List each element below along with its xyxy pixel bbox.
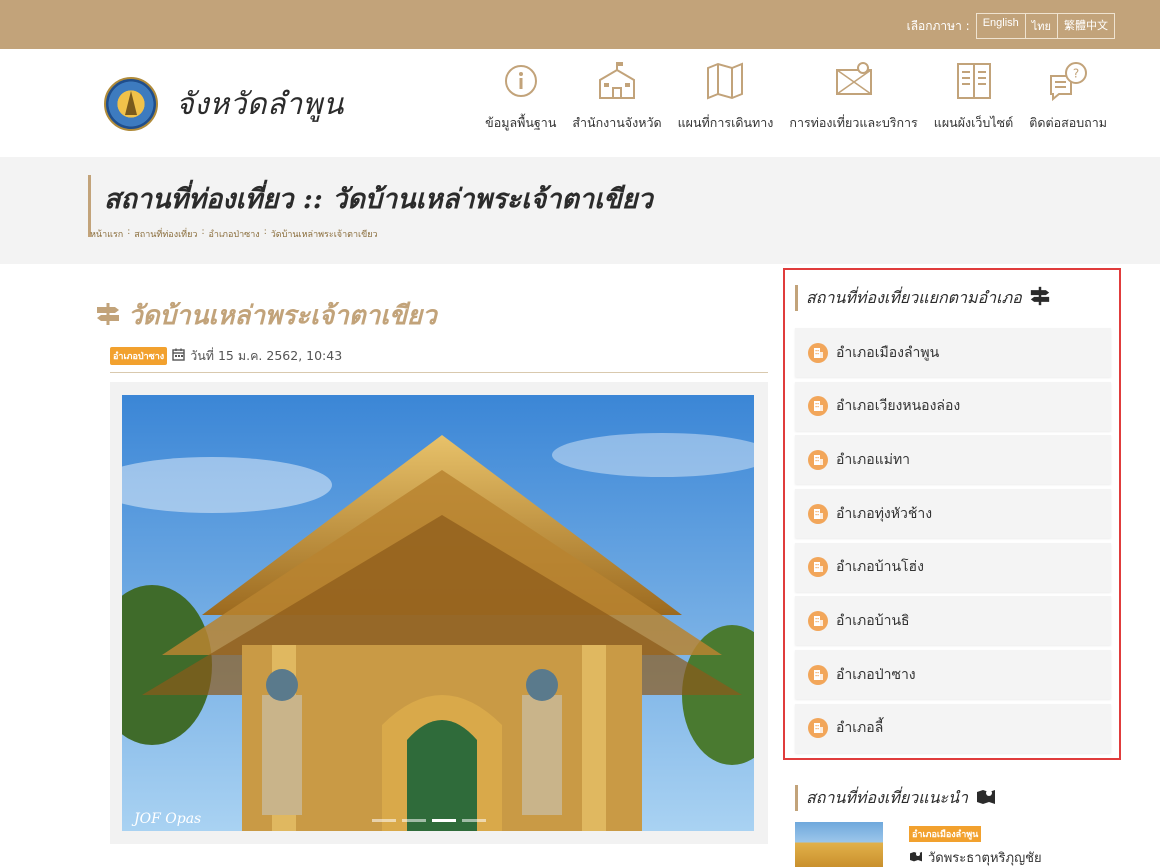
map-marker-icon bbox=[909, 850, 923, 866]
language-selector: เลือกภาษา : English ไทย 繁體中文 bbox=[907, 13, 1115, 39]
site-logo-link[interactable]: จังหวัดลำพูน bbox=[104, 77, 344, 131]
language-thai-button[interactable]: ไทย bbox=[1026, 14, 1058, 38]
breadcrumb-home-link[interactable]: หน้าแรก bbox=[90, 227, 123, 241]
photo-watermark: JOF Opas bbox=[131, 811, 201, 827]
language-english-button[interactable]: English bbox=[977, 14, 1026, 38]
breadcrumb-district-link[interactable]: อำเภอป่าซาง bbox=[208, 227, 259, 241]
district-label: อำเภอลี้ bbox=[836, 720, 884, 737]
signpost-icon bbox=[96, 302, 120, 330]
building-icon bbox=[808, 342, 828, 363]
page-title-band: สถานที่ท่องเที่ยว :: วัดบ้านเหล่าพระเจ้า… bbox=[0, 157, 1160, 264]
recommended-item[interactable]: อำเภอเมืองลำพูน วัดพระธาตุหริภุญชัย bbox=[795, 822, 1115, 867]
temple-photo-carousel[interactable]: JOF Opas bbox=[122, 395, 754, 831]
district-item[interactable]: อำเภอลี้ bbox=[795, 703, 1111, 753]
nav-provincial-office[interactable]: สำนักงานจังหวัด bbox=[564, 59, 669, 133]
building-icon bbox=[808, 503, 828, 524]
nav-contact[interactable]: ? ติดต่อสอบถาม bbox=[1021, 59, 1115, 133]
page-title: สถานที่ท่องเที่ยว :: วัดบ้านเหล่าพระเจ้า… bbox=[104, 184, 653, 215]
districts-list: อำเภอเมืองลำพูนอำเภอเวียงหนองล่องอำเภอแม… bbox=[795, 328, 1111, 758]
heading-accent-bar bbox=[795, 285, 798, 311]
building-icon bbox=[808, 718, 828, 739]
nav-tourism-services[interactable]: การท่องเที่ยวและบริการ bbox=[781, 59, 925, 133]
nav-label: การท่องเที่ยวและบริการ bbox=[789, 115, 918, 130]
district-label: อำเภอแม่ทา bbox=[836, 451, 911, 468]
carousel-dot[interactable] bbox=[372, 819, 396, 822]
map-icon bbox=[703, 59, 747, 103]
calendar-icon bbox=[172, 348, 185, 364]
building-icon bbox=[808, 610, 828, 631]
map-marker-icon bbox=[976, 787, 996, 809]
location-map-icon bbox=[832, 59, 876, 103]
district-label: อำเภอป่าซาง bbox=[836, 666, 916, 683]
article-heading: วัดบ้านเหล่าพระเจ้าตาเขียว bbox=[96, 295, 437, 336]
article-meta: อำเภอป่าซาง วันที่ 15 ม.ค. 2562, 10:43 bbox=[110, 346, 342, 366]
recommended-name: วัดพระธาตุหริภุญชัย bbox=[928, 851, 1042, 866]
main-nav: ข้อมูลพื้นฐาน สำนักงานจังหวัด แผนที่การเ… bbox=[477, 59, 1115, 133]
building-icon bbox=[808, 664, 828, 685]
language-chinese-button[interactable]: 繁體中文 bbox=[1058, 14, 1114, 38]
info-icon bbox=[499, 59, 543, 103]
carousel-dot[interactable] bbox=[402, 819, 426, 822]
temple-photo: JOF Opas bbox=[122, 395, 754, 831]
building-icon bbox=[808, 557, 828, 578]
district-item[interactable]: อำเภอแม่ทา bbox=[795, 435, 1111, 485]
district-label: อำเภอบ้านโฮ่ง bbox=[836, 559, 924, 576]
recommended-thumbnail bbox=[795, 822, 883, 867]
districts-title: สถานที่ท่องเที่ยวแยกตามอำเภอ bbox=[806, 287, 1022, 307]
meta-divider bbox=[110, 372, 768, 373]
breadcrumb-separator: : bbox=[127, 227, 131, 237]
district-label: อำเภอบ้านธิ bbox=[836, 612, 910, 629]
district-item[interactable]: อำเภอทุ่งหัวช้าง bbox=[795, 489, 1111, 539]
nav-label: แผนที่การเดินทาง bbox=[677, 115, 774, 130]
language-bar: เลือกภาษา : English ไทย 繁體中文 bbox=[0, 0, 1160, 49]
breadcrumb-attractions-link[interactable]: สถานที่ท่องเที่ยว bbox=[134, 227, 197, 241]
district-item[interactable]: อำเภอเวียงหนองล่อง bbox=[795, 381, 1111, 431]
district-label: อำเภอเวียงหนองล่อง bbox=[836, 398, 961, 415]
carousel-indicators bbox=[372, 819, 486, 822]
recommended-title: สถานที่ท่องเที่ยวแนะนำ bbox=[806, 787, 969, 807]
district-item[interactable]: อำเภอบ้านโฮ่ง bbox=[795, 542, 1111, 592]
site-header: จังหวัดลำพูน ข้อมูลพื้นฐาน สำนักงานจังหว… bbox=[0, 49, 1160, 157]
breadcrumb-separator: : bbox=[201, 227, 205, 237]
nav-sitemap[interactable]: แผนผังเว็บไซต์ bbox=[926, 59, 1021, 133]
province-seal-logo bbox=[104, 77, 158, 131]
chat-question-icon: ? bbox=[1046, 59, 1090, 103]
building-icon bbox=[808, 449, 828, 470]
sitemap-book-icon bbox=[952, 59, 996, 103]
site-name: จังหวัดลำพูน bbox=[176, 86, 344, 122]
building-icon bbox=[808, 396, 828, 417]
language-options: English ไทย 繁體中文 bbox=[975, 13, 1115, 39]
nav-basic-info[interactable]: ข้อมูลพื้นฐาน bbox=[477, 59, 564, 133]
svg-text:?: ? bbox=[1073, 67, 1079, 81]
nav-travel-map[interactable]: แผนที่การเดินทาง bbox=[670, 59, 782, 133]
district-badge[interactable]: อำเภอเมืองลำพูน bbox=[909, 826, 982, 842]
language-label: เลือกภาษา : bbox=[906, 18, 970, 33]
nav-label: แผนผังเว็บไซต์ bbox=[933, 115, 1014, 130]
carousel-dot-active[interactable] bbox=[432, 819, 456, 822]
district-item[interactable]: อำเภอเมืองลำพูน bbox=[795, 328, 1111, 377]
publish-date: วันที่ 15 ม.ค. 2562, 10:43 bbox=[190, 348, 343, 363]
carousel-dot[interactable] bbox=[462, 819, 486, 822]
office-building-icon bbox=[595, 59, 639, 103]
signpost-icon bbox=[1030, 286, 1050, 310]
heading-accent-bar bbox=[795, 785, 798, 811]
districts-heading: สถานที่ท่องเที่ยวแยกตามอำเภอ bbox=[795, 280, 1050, 316]
district-label: อำเภอเมืองลำพูน bbox=[836, 344, 940, 361]
district-badge[interactable]: อำเภอป่าซาง bbox=[110, 347, 168, 365]
nav-label: ข้อมูลพื้นฐาน bbox=[485, 115, 557, 130]
district-item[interactable]: อำเภอบ้านธิ bbox=[795, 596, 1111, 646]
recommended-heading: สถานที่ท่องเที่ยวแนะนำ bbox=[795, 780, 996, 816]
nav-label: ติดต่อสอบถาม bbox=[1029, 115, 1107, 130]
nav-label: สำนักงานจังหวัด bbox=[572, 115, 662, 130]
district-label: อำเภอทุ่งหัวช้าง bbox=[836, 505, 933, 522]
breadcrumb: หน้าแรก : สถานที่ท่องเที่ยว : อำเภอป่าซา… bbox=[90, 227, 378, 241]
breadcrumb-current: วัดบ้านเหล่าพระเจ้าตาเขียว bbox=[270, 230, 378, 240]
district-item[interactable]: อำเภอป่าซาง bbox=[795, 650, 1111, 700]
recommended-name-row: วัดพระธาตุหริภุญชัย bbox=[909, 847, 1042, 868]
article-title: วัดบ้านเหล่าพระเจ้าตาเขียว bbox=[128, 301, 437, 331]
breadcrumb-separator: : bbox=[263, 227, 267, 237]
